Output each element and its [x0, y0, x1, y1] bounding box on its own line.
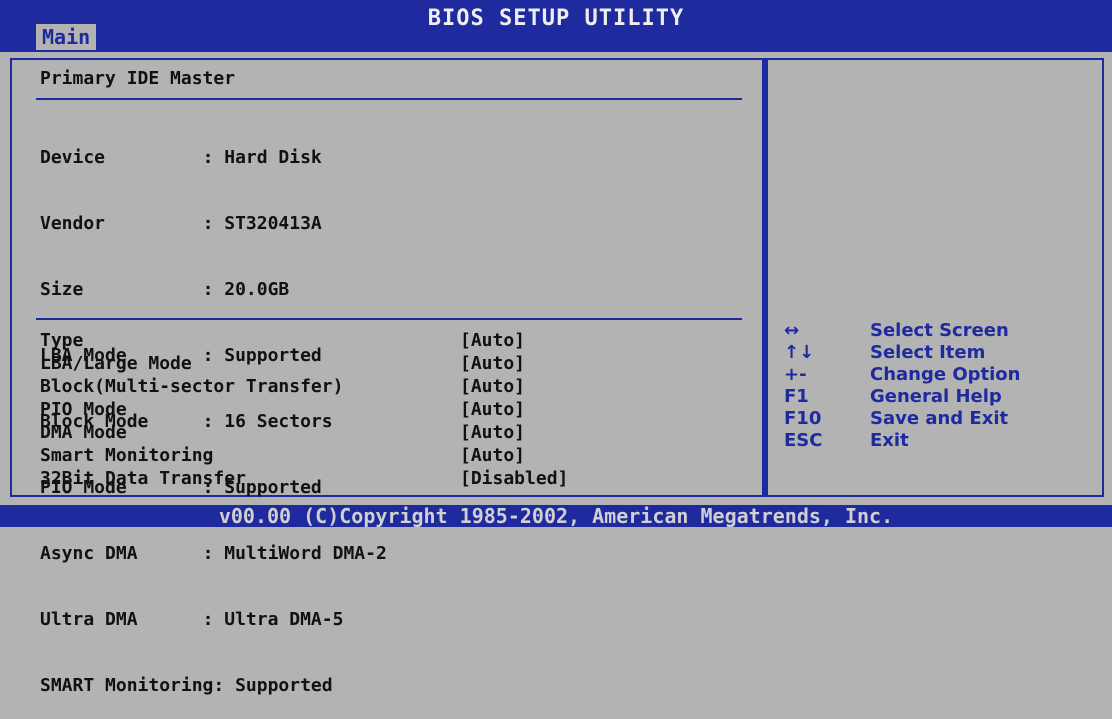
info-value-lba-mode: : Supported	[202, 345, 322, 366]
info-label-vendor: Vendor	[40, 213, 203, 234]
f10-key: F10	[784, 408, 822, 429]
plus-minus-key: +-	[784, 364, 807, 385]
tab-main-label: Main	[42, 25, 91, 49]
info-value-block-mode: : 16 Sectors	[202, 411, 333, 432]
setting-value[interactable]: [Auto]	[460, 353, 525, 374]
f1-key: F1	[784, 386, 809, 407]
setting-value[interactable]: [Auto]	[460, 399, 525, 420]
info-value-size: : 20.0GB	[202, 279, 290, 300]
esc-key: ESC	[784, 430, 823, 451]
setting-name: LBA/Large Mode	[40, 353, 192, 374]
setting-name: Smart Monitoring	[40, 445, 214, 466]
panel-divider	[762, 58, 768, 497]
setting-value[interactable]: [Auto]	[460, 376, 525, 397]
setting-value[interactable]: [Auto]	[460, 445, 525, 466]
help-desc: Save and Exit	[870, 408, 1009, 429]
left-right-arrow-icon: ↔	[784, 320, 800, 341]
divider-top	[36, 98, 742, 100]
setting-value[interactable]: [Auto]	[460, 330, 525, 351]
info-label-smart: SMART Monitoring	[40, 675, 214, 696]
info-value-smart: : Supported	[213, 675, 333, 696]
divider-bottom	[36, 318, 742, 320]
info-label-size: Size	[40, 279, 203, 300]
app-title: BIOS SETUP UTILITY	[427, 6, 685, 31]
setting-value[interactable]: [Auto]	[460, 422, 525, 443]
tab-main[interactable]: Main	[36, 24, 97, 50]
title-bar: BIOS SETUP UTILITY Main	[0, 0, 1112, 52]
info-value-async-dma: : MultiWord DMA-2	[202, 543, 387, 564]
up-down-arrow-icon: ↑↓	[784, 342, 815, 363]
info-label-device: Device	[40, 147, 203, 168]
help-desc: Change Option	[870, 364, 1021, 385]
setting-name: Type	[40, 330, 84, 351]
info-label-async-dma: Async DMA	[40, 543, 203, 564]
footer-copyright: v00.00 (C)Copyright 1985-2002, American …	[0, 505, 1112, 527]
help-desc: Select Item	[870, 342, 986, 363]
help-desc: Select Screen	[870, 320, 1009, 341]
info-value-vendor: : ST320413A	[202, 213, 322, 234]
help-desc: General Help	[870, 386, 1002, 407]
setting-name: 32Bit Data Transfer	[40, 468, 246, 489]
help-desc: Exit	[870, 430, 909, 451]
info-value-device: : Hard Disk	[202, 147, 322, 168]
setting-name: DMA Mode	[40, 422, 127, 443]
info-value-ultra-dma: : Ultra DMA-5	[202, 609, 344, 630]
setting-name: PIO Mode	[40, 399, 127, 420]
info-label-ultra-dma: Ultra DMA	[40, 609, 203, 630]
setting-name: Block(Multi-sector Transfer)	[40, 376, 344, 397]
section-title: Primary IDE Master	[40, 68, 236, 89]
setting-value[interactable]: [Disabled]	[460, 468, 568, 489]
